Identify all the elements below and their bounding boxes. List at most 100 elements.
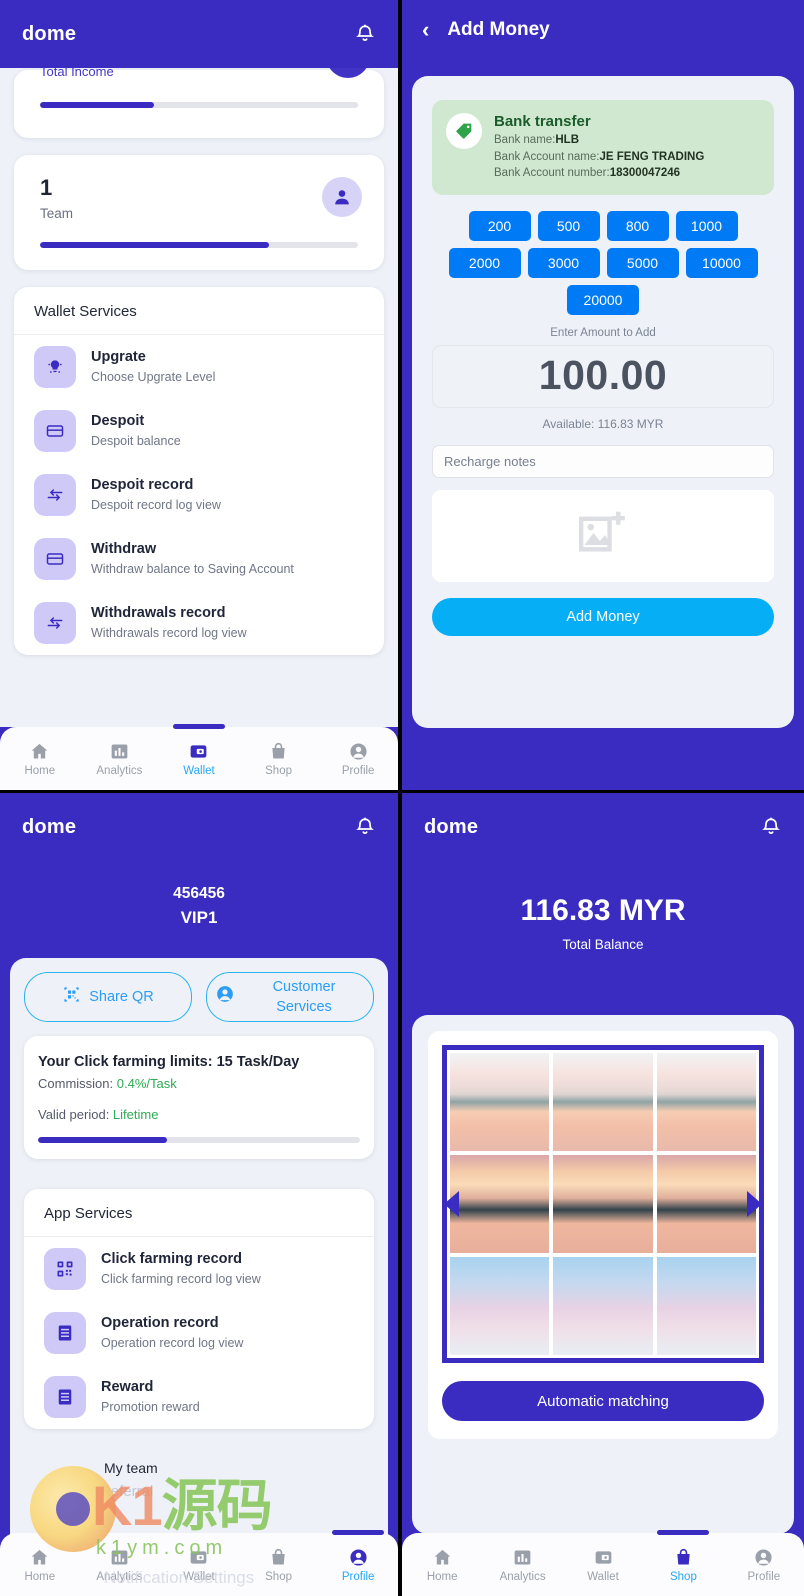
amount-chip-10000[interactable]: 10000	[685, 247, 758, 278]
notification-bell-icon[interactable]	[760, 816, 782, 838]
automatic-matching-button[interactable]: Automatic matching	[442, 1381, 764, 1421]
home-icon	[432, 1547, 453, 1568]
bottom-nav-wallet: Home Analytics Wallet Shop Profile	[0, 724, 398, 790]
person-icon	[348, 1547, 369, 1568]
nav-home[interactable]: Home	[0, 727, 80, 790]
qr-code-icon	[62, 985, 81, 1010]
nav-label: Analytics	[96, 1570, 143, 1583]
amount-chip-3000[interactable]: 3000	[527, 247, 600, 278]
amount-chip-5000[interactable]: 5000	[606, 247, 679, 278]
service-subtitle: Withdrawals record log view	[91, 626, 247, 640]
profile-app-bar: dome	[0, 793, 398, 861]
app-services-title: App Services	[24, 1189, 374, 1237]
amount-chip-20000[interactable]: 20000	[567, 284, 639, 315]
nav-analytics[interactable]: Analytics	[80, 727, 160, 790]
amount-chip-2000[interactable]: 2000	[448, 247, 521, 278]
nav-label: Profile	[341, 1570, 375, 1583]
screenshot-collage: 4.83 MYR Total Income $ 1 Team	[0, 0, 804, 1596]
bar-chart-icon	[109, 741, 130, 762]
commission-label: Commission:	[38, 1076, 117, 1091]
nav-home[interactable]: Home	[0, 1533, 80, 1596]
product-image-cell[interactable]	[553, 1155, 653, 1253]
service-title: Withdrawals record	[91, 605, 226, 621]
service-subtitle: Despoit record log view	[91, 498, 221, 512]
nav-profile[interactable]: Profile	[318, 1530, 398, 1596]
bank-account-number-row: Bank Account number:18300047246	[494, 165, 704, 182]
nav-home[interactable]: Home	[402, 1533, 482, 1596]
person-icon	[215, 984, 235, 1010]
product-image-cell[interactable]	[450, 1053, 550, 1151]
amount-chip-500[interactable]: 500	[537, 210, 600, 241]
wallet-service-despoit-record[interactable]: Despoit record Despoit record log view	[14, 463, 384, 527]
shop-balance-hero: 116.83 MYR Total Balance	[402, 861, 804, 982]
nav-shop[interactable]: Shop	[239, 727, 319, 790]
service-title: Despoit	[91, 413, 145, 429]
product-image-cell[interactable]	[553, 1053, 653, 1151]
nav-analytics[interactable]: Analytics	[482, 1533, 562, 1596]
wallet-services-card: Wallet Services Upgrate Choose Upgrate L…	[14, 287, 384, 655]
chevron-left-icon[interactable]: ‹	[422, 19, 429, 41]
nav-analytics[interactable]: Analytics	[80, 1533, 160, 1596]
amount-chip-200[interactable]: 200	[468, 210, 531, 241]
product-image-grid	[450, 1053, 756, 1355]
wallet-scroll-body: 1 Team Wallet Services Upgrate Choose Up…	[0, 52, 398, 727]
nav-profile[interactable]: Profile	[724, 1533, 804, 1596]
wallet-service-despoit[interactable]: Despoit Despoit balance	[14, 399, 384, 463]
matching-grid-wrap	[442, 1045, 764, 1363]
bottom-nav-shop: Home Analytics Wallet Shop Profile	[402, 1530, 804, 1596]
total-balance-label: Total Balance	[562, 937, 644, 952]
nav-wallet[interactable]: Wallet	[563, 1533, 643, 1596]
app-service-click-farming-record[interactable]: Click farming record Click farming recor…	[24, 1237, 374, 1301]
team-card[interactable]: 1 Team	[14, 155, 384, 270]
product-image-cell[interactable]	[450, 1155, 550, 1253]
nav-shop[interactable]: Shop	[239, 1533, 319, 1596]
commission-row: Commission: 0.4%/Task	[38, 1073, 360, 1094]
product-image-cell[interactable]	[553, 1257, 653, 1355]
product-image-cell[interactable]	[656, 1155, 756, 1253]
product-image-cell[interactable]	[656, 1257, 756, 1355]
wallet-service-upgrate[interactable]: Upgrate Choose Upgrate Level	[14, 335, 384, 399]
bank-name-value: HLB	[555, 134, 580, 146]
person-icon	[753, 1547, 774, 1568]
bank-account-number-label: Bank Account number:	[494, 167, 610, 179]
shop-bag-icon	[268, 1547, 289, 1568]
product-image-cell[interactable]	[656, 1053, 756, 1151]
nav-label: Wallet	[183, 764, 215, 777]
nav-wallet[interactable]: Wallet	[159, 724, 239, 790]
add-money-top-bar: ‹ Add Money	[402, 0, 804, 60]
wallet-service-withdrawals-record[interactable]: Withdrawals record Withdrawals record lo…	[14, 591, 384, 655]
service-subtitle: Click farming record log view	[101, 1272, 261, 1286]
tag-icon	[446, 113, 482, 149]
card-icon	[34, 538, 76, 580]
share-qr-button[interactable]: Share QR	[24, 972, 192, 1022]
notification-bell-icon[interactable]	[354, 816, 376, 838]
bank-name-label: Bank name:	[494, 134, 556, 146]
amount-chip-1000[interactable]: 1000	[675, 210, 738, 241]
available-balance-text: Available: 116.83 MYR	[542, 416, 664, 431]
product-image-cell[interactable]	[450, 1257, 550, 1355]
bank-account-name-label: Bank Account name:	[494, 150, 600, 163]
home-icon	[29, 741, 50, 762]
customer-services-button[interactable]: Customer Services	[206, 972, 374, 1022]
nav-wallet[interactable]: Wallet	[159, 1533, 239, 1596]
valid-period-value: Lifetime	[112, 1107, 159, 1122]
nav-label: Profile	[747, 1570, 781, 1583]
add-money-sheet: Bank transfer Bank name:HLB Bank Account…	[412, 76, 794, 728]
service-title: Operation record	[101, 1315, 219, 1331]
app-service-reward[interactable]: Reward Promotion reward	[24, 1365, 374, 1429]
page-title: Add Money	[447, 19, 550, 40]
wallet-service-withdraw[interactable]: Withdraw Withdraw balance to Saving Acco…	[14, 527, 384, 591]
notification-bell-icon[interactable]	[354, 23, 376, 45]
amount-chip-800[interactable]: 800	[606, 210, 669, 241]
nav-shop[interactable]: Shop	[643, 1530, 723, 1596]
amount-input-box[interactable]: 100.00	[432, 344, 774, 408]
bar-chart-icon	[109, 1547, 130, 1568]
receipt-upload-area[interactable]	[432, 489, 774, 582]
income-progress-bar	[40, 102, 358, 108]
app-service-operation-record[interactable]: Operation record Operation record log vi…	[24, 1301, 374, 1365]
wallet-icon	[188, 1547, 209, 1568]
qr-code-icon	[44, 1248, 86, 1290]
recharge-notes-input[interactable]	[432, 444, 774, 478]
add-money-submit-button[interactable]: Add Money	[432, 597, 774, 636]
nav-profile[interactable]: Profile	[318, 727, 398, 790]
